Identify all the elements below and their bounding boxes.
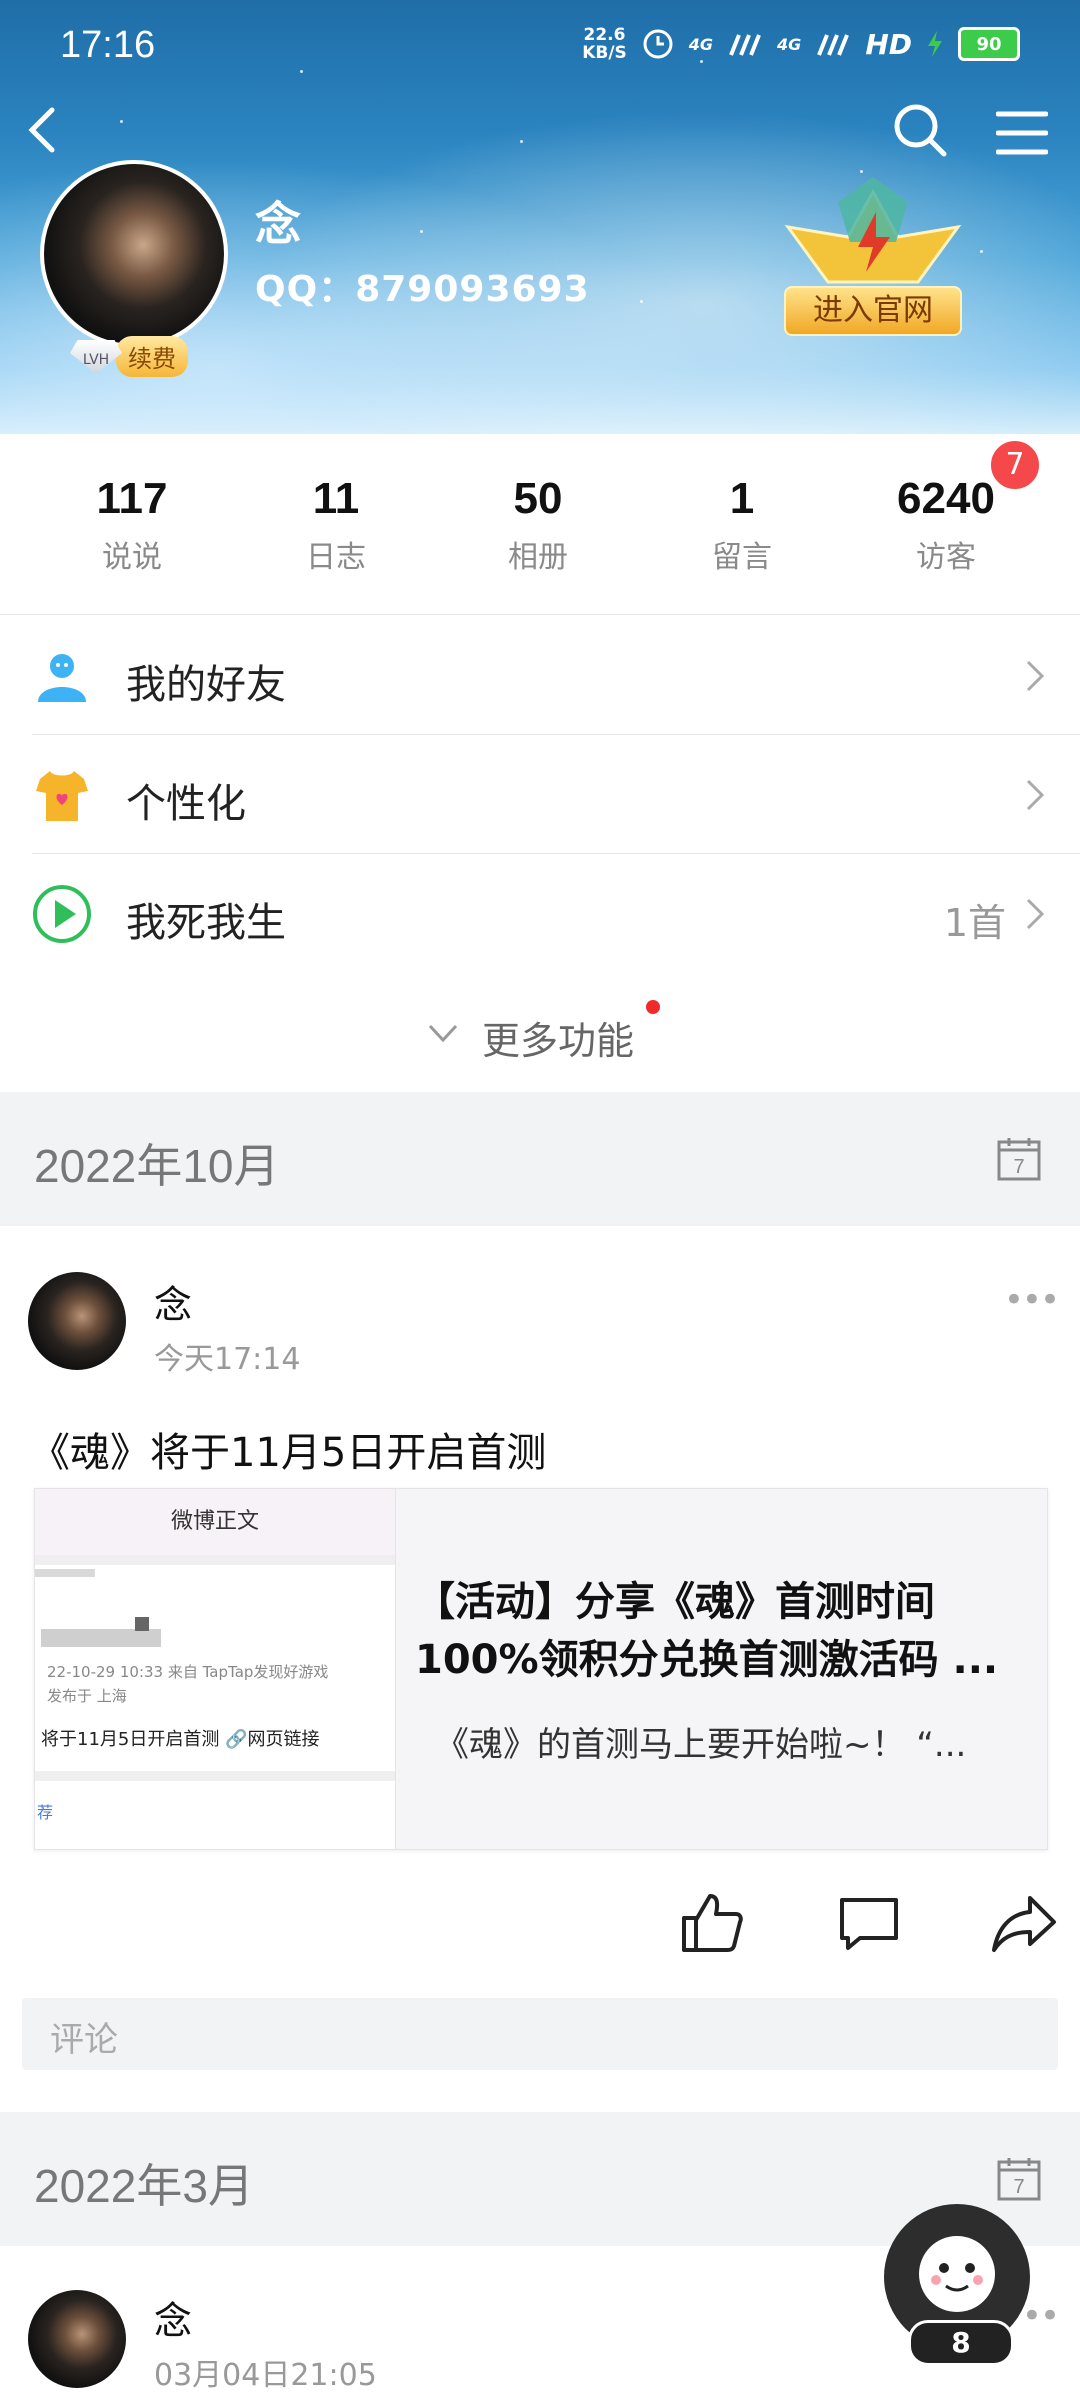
assistant-count-badge: 8	[908, 2320, 1014, 2366]
stat-diary[interactable]: 11 日志	[236, 474, 436, 576]
chevron-down-icon	[428, 1024, 458, 1043]
calendar-icon[interactable]: 7	[996, 2156, 1042, 2202]
tshirt-icon	[36, 771, 88, 821]
shared-link-card[interactable]: 微博正文 22-10-29 10:33 来自 TapTap发现好游戏 发布于 上…	[34, 1488, 1048, 1850]
menu-friends-label: 我的好友	[126, 662, 286, 708]
vip-badge[interactable]: LVH 续费	[70, 336, 188, 377]
hd-icon: HD	[865, 27, 912, 61]
chevron-right-icon	[1026, 779, 1045, 811]
profile-header: 17:16 22.6 KB/S 4G 4G HD 90 LVH 续费 念 QQ：…	[0, 0, 1080, 434]
month-label: 2022年10月	[34, 1140, 280, 1192]
stat-albums[interactable]: 50 相册	[438, 474, 638, 576]
comment-input[interactable]: 评论	[22, 1998, 1058, 2070]
month-label: 2022年3月	[34, 2160, 254, 2212]
post-author[interactable]: 念	[154, 2290, 192, 2345]
menu-friends[interactable]: 我的好友	[0, 616, 1080, 734]
signal-4g-icon-2: 4G	[777, 34, 802, 54]
post-author[interactable]: 念	[154, 1274, 192, 1329]
like-icon[interactable]	[676, 1888, 746, 1958]
profile-qq-number: QQ：879093693	[255, 269, 590, 310]
divider	[0, 614, 1080, 615]
svg-text:7: 7	[1013, 1156, 1024, 1178]
shared-link-title: 【活动】分享《魂》首测时间100%领积分兑换首测激活码 ...	[415, 1579, 999, 1683]
battery-indicator: 90	[958, 27, 1020, 61]
search-icon[interactable]	[890, 100, 950, 160]
friends-icon	[38, 654, 86, 702]
svg-text:7: 7	[1013, 2176, 1024, 2198]
signal-bars-icon	[729, 34, 761, 56]
post-text: 《魂》将于11月5日开启首测	[30, 1430, 547, 1476]
alarm-icon	[643, 29, 673, 59]
visitor-count-badge: 7	[988, 438, 1042, 492]
signal-4g-icon: 4G	[688, 34, 714, 54]
more-features-label: 更多功能	[482, 1019, 635, 1063]
music-count: 1首	[943, 901, 1006, 945]
menu-icon[interactable]	[996, 108, 1048, 158]
chevron-right-icon	[1026, 660, 1045, 692]
play-icon	[33, 885, 91, 943]
shared-link-thumbnail: 微博正文 22-10-29 10:33 来自 TapTap发现好游戏 发布于 上…	[35, 1489, 396, 1849]
post-more-icon[interactable]: •••	[1004, 1280, 1060, 1320]
renew-button[interactable]: 续费	[116, 336, 188, 377]
status-time: 17:16	[60, 24, 156, 66]
vip-level-icon: LVH	[70, 339, 122, 374]
more-features-button[interactable]: 更多功能	[0, 972, 1080, 1090]
back-icon[interactable]	[18, 100, 68, 160]
post-time: 今天17:14	[154, 1342, 301, 1377]
notification-dot	[646, 1000, 660, 1014]
stat-messages[interactable]: 1 留言	[642, 474, 842, 576]
stats-bar: 117 说说 11 日志 50 相册 1 留言 6240 访客	[0, 434, 1080, 614]
comment-icon[interactable]	[834, 1888, 904, 1958]
month-header: 2022年10月 7	[0, 1092, 1080, 1226]
menu-personalize-label: 个性化	[126, 781, 246, 827]
post-avatar[interactable]	[28, 1272, 126, 1370]
share-icon[interactable]	[990, 1888, 1060, 1958]
menu-personalize[interactable]: 个性化	[0, 735, 1080, 853]
charging-icon	[928, 31, 942, 57]
status-bar: 17:16 22.6 KB/S 4G 4G HD 90	[0, 0, 1080, 90]
signal-bars-icon-2	[817, 34, 850, 56]
shared-link-description: 《魂》的首测马上要开始啦~！ “...	[435, 1725, 967, 1765]
official-site-button[interactable]: 进入官网	[784, 286, 962, 336]
post-avatar[interactable]	[28, 2290, 126, 2388]
net-speed: 22.6 KB/S	[582, 25, 627, 63]
stat-shuoshuo[interactable]: 117 说说	[32, 474, 232, 576]
chevron-right-icon	[1026, 898, 1045, 930]
profile-nickname: 念	[255, 197, 301, 251]
post-time: 03月04日21:05	[154, 2358, 377, 2393]
menu-music-label: 我死我生	[126, 900, 286, 946]
calendar-icon[interactable]: 7	[996, 1136, 1042, 1182]
menu-music[interactable]: 我死我生 1首	[0, 854, 1080, 972]
profile-avatar[interactable]	[40, 160, 228, 348]
